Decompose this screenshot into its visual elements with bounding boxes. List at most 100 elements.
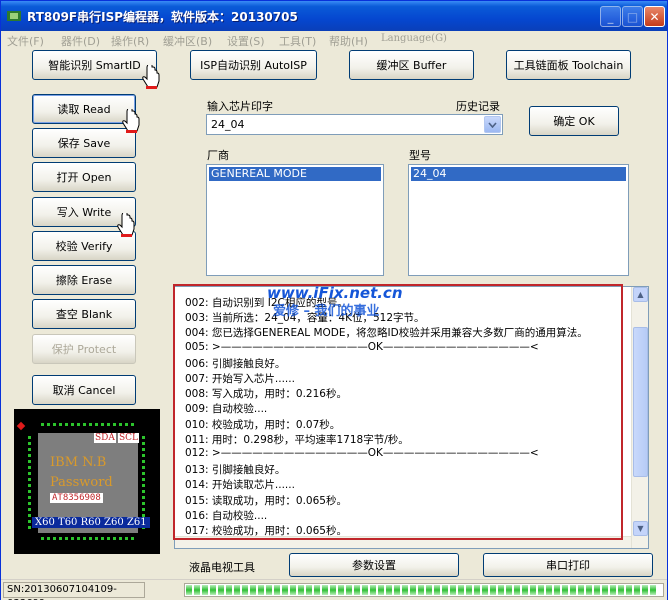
serial-print-button[interactable]: 串口打印	[483, 553, 653, 577]
vendor-list[interactable]: GENEREAL MODE	[206, 164, 384, 276]
chip-pin	[28, 496, 31, 499]
chip-pin	[101, 423, 104, 426]
erase-button[interactable]: 擦除 Erase	[32, 265, 136, 295]
toolchain-button[interactable]: 工具链面板 Toolchain	[506, 50, 631, 80]
model-list-item[interactable]: 24_04	[411, 167, 626, 181]
model-list[interactable]: 24_04	[408, 164, 629, 276]
chip-pin	[107, 423, 110, 426]
chip-marking-value: 24_04	[211, 118, 245, 131]
menu-buffer[interactable]: 缓冲区(B)	[163, 33, 212, 49]
open-button[interactable]: 打开 Open	[32, 162, 136, 192]
progress-block	[610, 585, 616, 595]
progress-block	[466, 585, 472, 595]
progress-block	[530, 585, 536, 595]
buffer-button[interactable]: 缓冲区 Buffer	[349, 50, 474, 80]
progress-block	[586, 585, 592, 595]
chip-pin	[47, 537, 50, 540]
scroll-thumb[interactable]	[633, 327, 648, 477]
log-vertical-scrollbar[interactable]: ▲ ▼	[631, 287, 648, 548]
close-button[interactable]: ✕	[644, 6, 665, 27]
chip-marking-combo[interactable]: 24_04	[206, 114, 503, 135]
chip-pin	[142, 442, 145, 445]
chip-pin	[28, 442, 31, 445]
progress-block	[394, 585, 400, 595]
progress-block	[626, 585, 632, 595]
scroll-down-icon[interactable]: ▼	[633, 521, 648, 536]
chip-pin	[28, 502, 31, 505]
chip-pin	[28, 448, 31, 451]
menu-settings[interactable]: 设置(S)	[227, 33, 265, 49]
blank-button[interactable]: 查空 Blank	[32, 299, 136, 329]
chip-pin	[28, 478, 31, 481]
menu-language[interactable]: Language(G)	[381, 33, 447, 44]
progress-block	[274, 585, 280, 595]
progress-block	[474, 585, 480, 595]
chip-pin	[142, 472, 145, 475]
progress-block	[426, 585, 432, 595]
chip-pin	[28, 436, 31, 439]
autoisp-button[interactable]: ISP自动识别 AutoISP	[190, 50, 317, 80]
menu-help[interactable]: 帮助(H)	[329, 33, 368, 49]
minimize-button[interactable]: _	[600, 6, 621, 27]
progress-block	[226, 585, 232, 595]
progress-block	[322, 585, 328, 595]
chip-text-line2: Password	[50, 475, 113, 490]
window-title: RT809F串行ISP编程器，软件版本：20130705	[27, 10, 298, 24]
maximize-button[interactable]: □	[622, 6, 643, 27]
progress-block	[546, 585, 552, 595]
progress-block	[234, 585, 240, 595]
chip-image: SDA SCL IBM N.B Password AT8356908 X60 T…	[14, 409, 160, 554]
progress-block	[410, 585, 416, 595]
menu-bar: 文件(F) 器件(D) 操作(R) 缓冲区(B) 设置(S) 工具(T) 帮助(…	[1, 31, 667, 49]
params-button[interactable]: 参数设置	[289, 553, 459, 577]
progress-block	[378, 585, 384, 595]
scroll-up-icon[interactable]: ▲	[633, 287, 648, 302]
chip-pin	[65, 537, 68, 540]
progress-block	[514, 585, 520, 595]
menu-device[interactable]: 器件(D)	[61, 33, 100, 49]
chip-pin	[95, 537, 98, 540]
chip-input-label: 输入芯片印字	[207, 100, 273, 113]
progress-block	[282, 585, 288, 595]
chip-pin	[83, 537, 86, 540]
chip-pin	[119, 537, 122, 540]
progress-block	[578, 585, 584, 595]
chevron-down-icon[interactable]	[484, 116, 501, 133]
smartid-button[interactable]: 智能识别 SmartID	[32, 50, 157, 80]
vendor-list-item[interactable]: GENEREAL MODE	[209, 167, 381, 181]
chip-pin	[142, 466, 145, 469]
chip-pin	[142, 460, 145, 463]
menu-operation[interactable]: 操作(R)	[111, 33, 149, 49]
model-label: 型号	[409, 149, 431, 162]
progress-block	[490, 585, 496, 595]
tv-tools-label: 液晶电视工具	[189, 561, 255, 574]
cancel-button[interactable]: 取消 Cancel	[32, 375, 136, 405]
protect-button[interactable]: 保护 Protect	[32, 334, 136, 364]
progress-bar	[184, 583, 664, 597]
hand-cursor-icon	[142, 65, 160, 89]
vendor-label: 厂商	[207, 149, 229, 162]
chip-pin	[101, 537, 104, 540]
chip-pin	[113, 423, 116, 426]
progress-block	[498, 585, 504, 595]
menu-file[interactable]: 文件(F)	[7, 33, 44, 49]
progress-block	[538, 585, 544, 595]
ok-button[interactable]: 确定 OK	[529, 106, 619, 136]
progress-block	[602, 585, 608, 595]
chip-pin	[107, 537, 110, 540]
chip-pin	[77, 423, 80, 426]
chip-models: X60 T60 R60 Z60 Z61	[32, 517, 150, 528]
pin1-marker	[16, 421, 26, 431]
progress-block	[402, 585, 408, 595]
menu-tools[interactable]: 工具(T)	[279, 33, 316, 49]
chip-pin	[83, 423, 86, 426]
watermark-slogan: 爱修 – 我们的事业	[273, 304, 380, 319]
chip-pin	[28, 490, 31, 493]
progress-block	[314, 585, 320, 595]
chip-pin	[131, 537, 134, 540]
title-bar[interactable]: RT809F串行ISP编程器，软件版本：20130705 _ □ ✕	[1, 1, 667, 31]
chip-pin	[142, 484, 145, 487]
highlight-frame	[173, 284, 623, 540]
progress-block	[330, 585, 336, 595]
chip-pin	[142, 508, 145, 511]
